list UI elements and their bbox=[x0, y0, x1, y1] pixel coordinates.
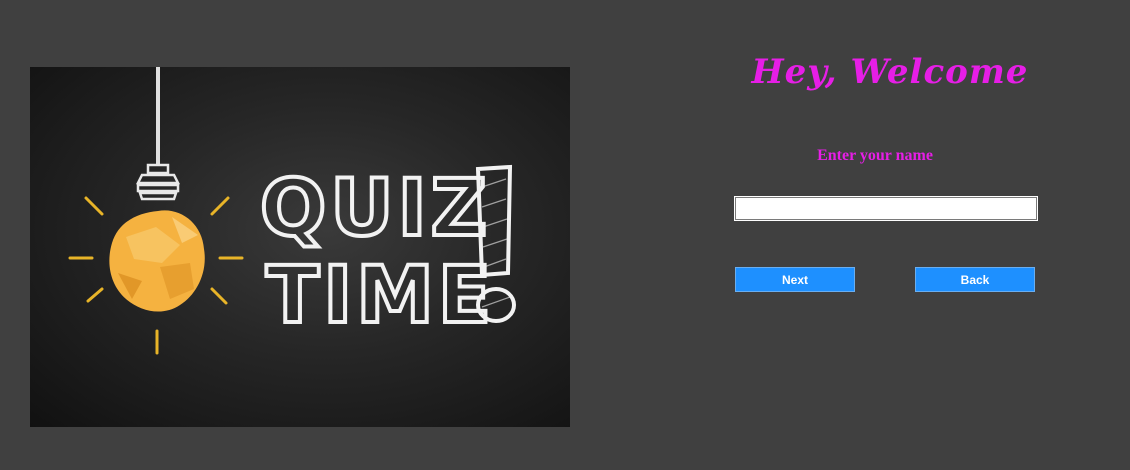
banner-illustration: QUIZ TIME bbox=[68, 67, 516, 355]
name-label: Enter your name bbox=[817, 147, 933, 164]
name-input[interactable] bbox=[734, 196, 1038, 221]
quiz-time-banner: QUIZ TIME bbox=[30, 67, 570, 427]
banner-word-time: TIME bbox=[266, 251, 495, 341]
banner-word-quiz: QUIZ bbox=[260, 164, 491, 254]
quiz-window: QUIZ TIME Hey, Welcome Enter your name N… bbox=[0, 0, 1130, 470]
socket-icon bbox=[135, 163, 181, 201]
light-bulb-icon bbox=[109, 210, 205, 312]
next-button[interactable]: Next bbox=[735, 267, 855, 292]
welcome-heading: Hey, Welcome bbox=[751, 52, 1029, 92]
back-button[interactable]: Back bbox=[915, 267, 1035, 292]
